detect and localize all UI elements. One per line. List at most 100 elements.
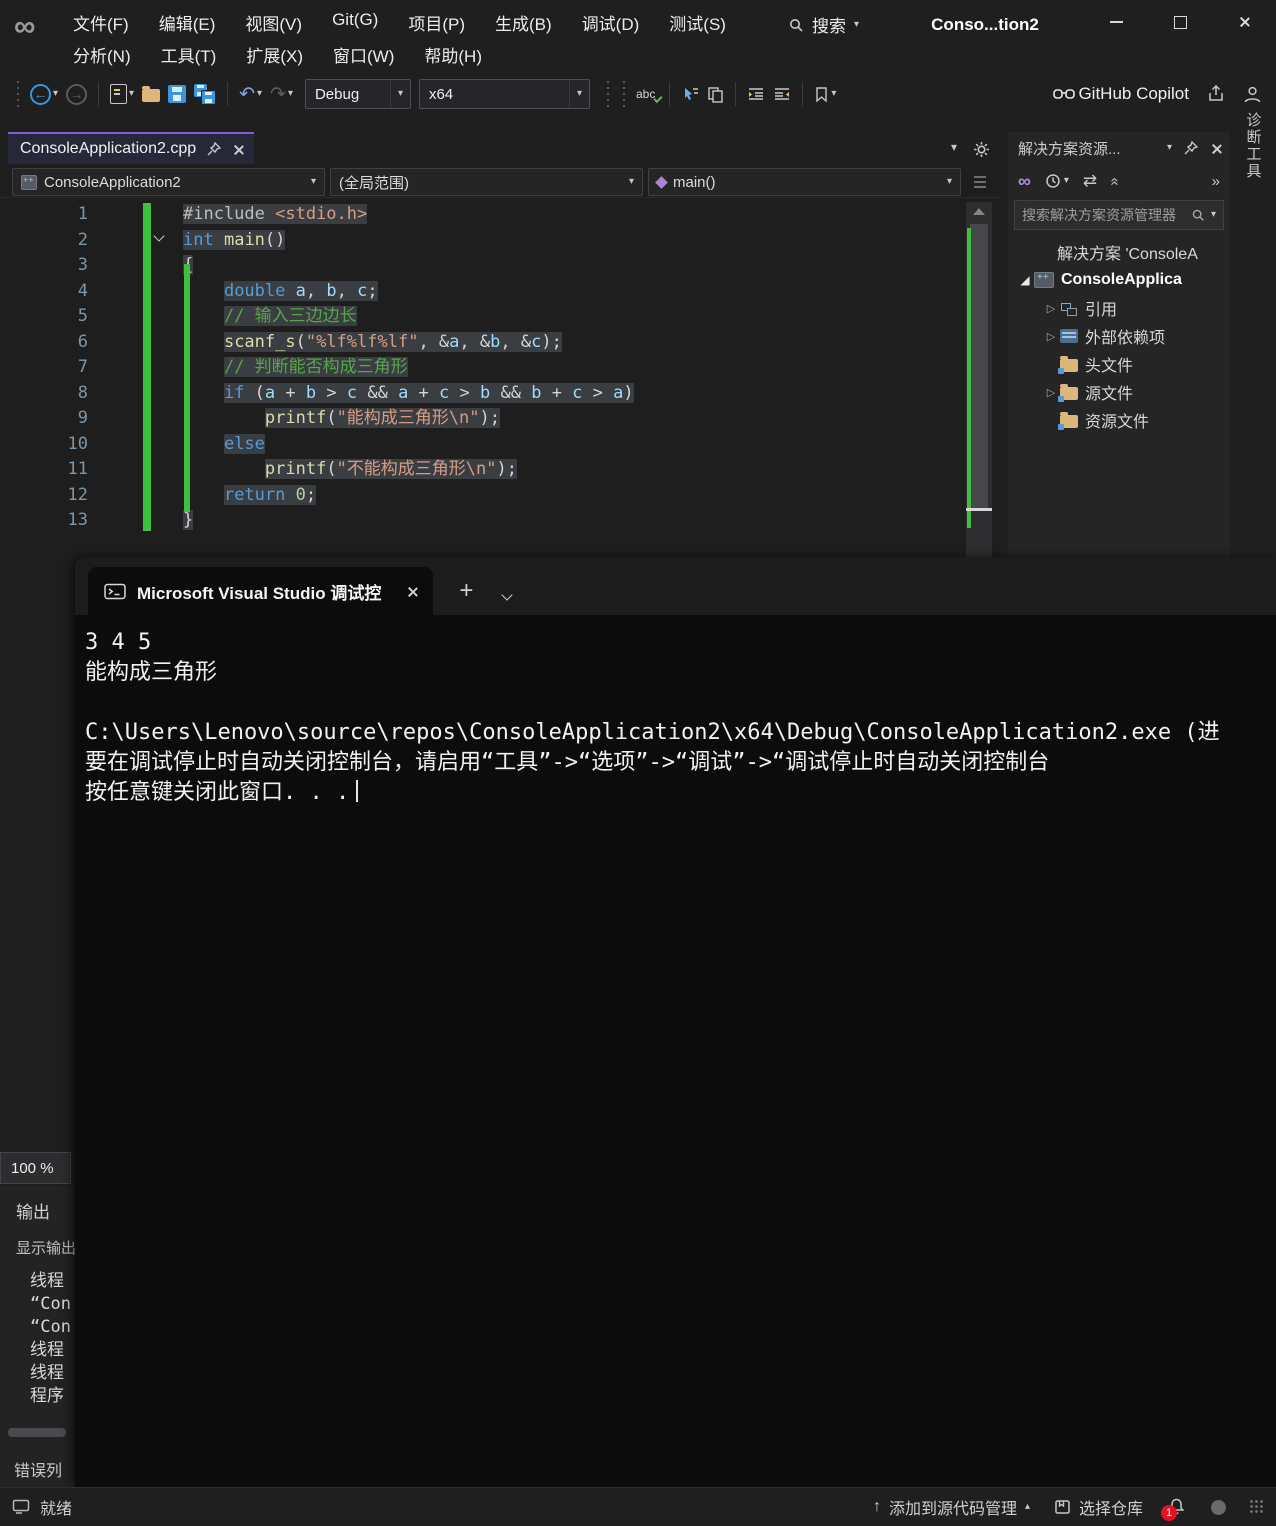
tree-arrow-icon[interactable]: ◢ [1016,273,1034,287]
resize-grip[interactable] [1250,1500,1264,1514]
console-tab-dropdown-icon[interactable] [501,589,514,601]
indent-decrease-button[interactable] [743,78,769,110]
menu-item-1[interactable]: 编辑(E) [144,5,231,40]
menu-item-7[interactable]: 测试(S) [654,5,741,40]
tree-item-6[interactable]: 资源文件 [1008,406,1230,434]
toolbar-grip[interactable] [605,81,610,107]
tab-close-icon[interactable] [232,144,242,154]
menu-item-6[interactable]: 调试(D) [567,5,655,40]
spell-check-button[interactable]: abc [632,78,662,110]
tab-list-caret-icon[interactable]: ▾ [951,141,957,158]
tree-arrow-icon[interactable]: ▷ [1042,330,1060,343]
toolbar-grip[interactable] [621,81,626,107]
new-project-button[interactable]: ▾ [106,78,138,110]
line-number: 12 [67,484,88,505]
open-file-button[interactable] [138,78,164,110]
notifications-button[interactable]: 1 [1161,1497,1187,1521]
menu-item-4[interactable]: 项目(P) [393,5,480,40]
menu-item-0[interactable]: 文件(F) [58,5,144,40]
menu-item-row2-0[interactable]: 分析(N) [58,37,146,72]
tree-item-5[interactable]: ▷ 源文件 [1008,378,1230,406]
se-close-icon[interactable] [1210,143,1220,153]
menu-item-5[interactable]: 生成(B) [480,5,567,40]
gear-icon[interactable] [973,141,990,158]
add-to-source-control-button[interactable]: ↑ 添加到源代码管理 ▴ [873,1495,1030,1519]
menubar-row1: 文件(F) 编辑(E) 视图(V) Git(G) 项目(P) 生成(B) 调试(D) 测试(S… [58,5,741,40]
share-button[interactable] [1203,78,1229,110]
up-arrow-icon: ↑ [872,1498,881,1515]
scc-caret-icon: ▴ [1024,1501,1030,1512]
tab-diagnostic-tools[interactable]: 诊断工具 [1232,112,1274,242]
scrollbar-up-icon[interactable] [973,208,985,215]
close-button[interactable] [1212,0,1276,44]
tree-item-3[interactable]: ▷ 外部依赖项 [1008,322,1230,350]
se-pin-icon[interactable] [1184,141,1198,155]
account-button[interactable] [1239,78,1266,110]
copy-button[interactable] [703,78,728,110]
toolbar-grip[interactable] [16,81,20,107]
scope-dropdown[interactable]: (全局范围) ▾ [330,168,643,196]
project-icon [21,174,37,190]
minimize-button[interactable] [1084,0,1148,44]
se-switch-views-icon[interactable]: ∞ [1018,171,1031,192]
output-horizontal-scrollbar[interactable] [8,1428,66,1437]
solution-explorer-title: 解决方案资源... [1018,140,1121,158]
console-new-tab-button[interactable]: + [459,579,473,603]
feedback-icon[interactable] [1211,1499,1226,1515]
document-tabstrip: ConsoleApplication2.cpp ▾ [0,132,1000,166]
tree-arrow-icon[interactable]: ▷ [1042,302,1060,315]
navigate-forward-button[interactable]: → [62,78,91,110]
tab-error-list[interactable]: 错误列 [14,1457,62,1481]
se-collapse-all-icon[interactable]: « [1107,177,1124,185]
tree-item-1[interactable]: ◢ ConsoleApplica [1008,266,1230,294]
navbar-options-icon[interactable] [972,173,988,191]
tree-item-4[interactable]: 头文件 [1008,350,1230,378]
menu-item-3[interactable]: Git(G) [317,5,393,40]
github-copilot-button[interactable]: GitHub Copilot [1048,78,1193,110]
titlebar: ∞ 文件(F) 编辑(E) 视图(V) Git(G) 项目(P) 生成(B) 调试(D) 测试… [0,0,1276,70]
method-cube-icon [655,175,668,189]
indent-increase-button[interactable] [769,78,795,110]
project-dropdown[interactable]: ConsoleApplication2 ▾ [12,168,325,196]
bookmark-icon [816,86,828,103]
save-all-button[interactable] [190,78,220,110]
pin-icon[interactable] [207,142,222,156]
save-button[interactable] [164,78,190,110]
se-sync-icon[interactable]: ⇄ [1083,171,1097,191]
se-overflow-icon[interactable]: » [1212,173,1220,190]
tree-item-0[interactable]: 解决方案 'ConsoleA [1008,238,1230,266]
folder-icon [1058,383,1078,402]
redo-button[interactable]: ↷ ▾ [266,78,297,110]
menubar-row2: 分析(N) 工具(T) 扩展(X) 窗口(W) 帮助(H) [58,37,497,72]
menu-item-row2-2[interactable]: 扩展(X) [231,37,318,72]
tree-item-2[interactable]: ▷ 引用 [1008,294,1230,322]
select-repository-button[interactable]: 选择仓库 [1054,1495,1143,1519]
scrollbar-thumb[interactable] [970,224,988,508]
undo-button[interactable]: ↶ ▾ [235,78,266,110]
navigate-back-button[interactable]: ← ▾ [26,78,62,110]
solution-search-box[interactable]: 搜索解决方案资源管理器 ▾ [1014,200,1224,230]
platform-dropdown[interactable]: x64 ▾ [418,79,590,109]
menu-item-row2-1[interactable]: 工具(T) [146,37,232,72]
menu-item-row2-4[interactable]: 帮助(H) [409,37,497,72]
se-pending-changes-button[interactable]: ▾ [1045,173,1069,189]
intellisense-button[interactable] [677,78,703,110]
configuration-dropdown[interactable]: Debug ▾ [304,79,411,109]
titlebar-search[interactable]: 搜索 ▾ [788,12,859,37]
bookmark-button[interactable]: ▾ [810,78,840,110]
maximize-button[interactable] [1148,0,1212,44]
console-tab[interactable]: Microsoft Visual Studio 调试控 [88,567,434,615]
back-caret-icon: ▾ [53,88,59,99]
zoom-control[interactable]: 100 % [0,1152,71,1184]
document-tab[interactable]: ConsoleApplication2.cpp [8,132,255,164]
se-header-caret-icon[interactable]: ▾ [1167,143,1172,153]
code-editor[interactable]: 1#include <stdio.h>2int main()3{4 double… [0,198,1000,534]
menu-item-2[interactable]: 视图(V) [230,5,317,40]
console-output[interactable]: 3 4 5 能构成三角形 C:\Users\Lenovo\source\repos\… [75,615,1276,808]
se-search-caret-icon[interactable]: ▾ [1211,210,1216,220]
member-dropdown[interactable]: main() ▾ [648,168,961,196]
console-tab-close-icon[interactable] [406,586,417,597]
solution-explorer-header[interactable]: 解决方案资源... ▾ [1008,132,1230,164]
code-text: // 输入三边边长 [223,306,357,326]
menu-item-row2-3[interactable]: 窗口(W) [318,37,409,72]
